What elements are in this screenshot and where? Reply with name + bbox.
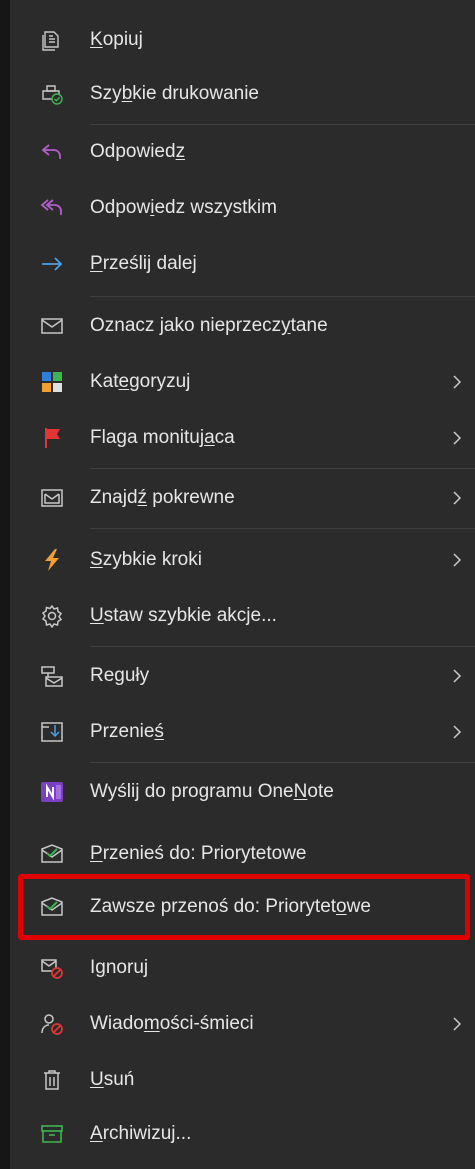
separator — [90, 646, 475, 647]
copy-icon — [40, 28, 64, 52]
gear-icon — [40, 604, 64, 628]
menu-item-label: Wyślij do programu OneNote — [90, 781, 334, 802]
menu-item-label: Odpowiedz wszystkim — [90, 197, 277, 218]
menu-item-categorize[interactable]: Kategoryzuj — [10, 358, 475, 406]
menu-item-label: Szybkie drukowanie — [90, 83, 260, 104]
menu-item-quick-print[interactable]: Szybkie drukowanie — [10, 70, 475, 118]
menu-item-label: Ignoruj — [90, 957, 149, 978]
menu-item-forward[interactable]: Prześlij dalej — [10, 240, 475, 288]
move-icon — [40, 720, 64, 744]
menu-item-label: Odpowiedz — [90, 141, 186, 162]
focused-icon — [40, 842, 64, 866]
menu-item-label: Przenieś — [90, 721, 164, 742]
find-related-icon — [40, 486, 64, 510]
categories-icon — [40, 370, 64, 394]
reply-icon — [40, 140, 64, 164]
menu-item-ignore[interactable]: Ignoruj — [10, 944, 475, 992]
menu-item-label: Znajdź pokrewne — [90, 487, 235, 508]
flag-icon — [40, 426, 64, 450]
menu-item-move-to-focused[interactable]: Przenieś do: Priorytetowe — [10, 830, 475, 878]
menu-item-archive[interactable]: Archiwizuj... — [10, 1110, 475, 1158]
chevron-right-icon — [451, 552, 463, 568]
archive-icon — [40, 1122, 64, 1146]
menu-item-mark-unread[interactable]: Oznacz jako nieprzeczytane — [10, 302, 475, 350]
chevron-right-icon — [451, 668, 463, 684]
menu-item-reply[interactable]: Odpowiedz — [10, 128, 475, 176]
highlight-box — [18, 874, 470, 940]
menu-item-label: Flaga monitujaca — [90, 427, 235, 448]
onenote-icon — [40, 780, 64, 804]
separator — [90, 296, 475, 297]
menu-item-junk[interactable]: Wiadomości-śmieci — [10, 1000, 475, 1048]
separator — [90, 528, 475, 529]
menu-item-delete[interactable]: Usuń — [10, 1056, 475, 1104]
menu-item-copy[interactable]: Kopiuj — [10, 16, 475, 64]
reply-all-icon — [40, 196, 64, 220]
printer-icon — [40, 82, 64, 106]
menu-item-quick-actions[interactable]: Ustaw szybkie akcje... — [10, 592, 475, 640]
menu-item-label: Prześlij dalej — [90, 253, 197, 274]
menu-item-move[interactable]: Przenieś — [10, 708, 475, 756]
menu-item-label: Przenieś do: Priorytetowe — [90, 843, 307, 864]
menu-item-onenote[interactable]: Wyślij do programu OneNote — [10, 768, 475, 816]
chevron-right-icon — [451, 724, 463, 740]
menu-item-label: Ustaw szybkie akcje... — [90, 605, 277, 626]
menu-item-label: Kopiuj — [90, 29, 143, 50]
context-menu: Kopiuj Szybkie drukowanie Odpowiedz Odpo… — [10, 0, 475, 1169]
envelope-icon — [40, 314, 64, 338]
menu-item-reply-all[interactable]: Odpowiedz wszystkim — [10, 184, 475, 232]
menu-item-label: Szybkie kroki — [90, 549, 202, 570]
chevron-right-icon — [451, 430, 463, 446]
menu-item-label: Oznacz jako nieprzeczytane — [90, 315, 328, 336]
menu-item-find-related[interactable]: Znajdź pokrewne — [10, 474, 475, 522]
menu-item-label: Usuń — [90, 1069, 135, 1090]
chevron-right-icon — [451, 490, 463, 506]
rules-icon — [40, 664, 64, 688]
chevron-right-icon — [451, 374, 463, 390]
separator — [90, 124, 475, 125]
menu-item-follow-up[interactable]: Flaga monitujaca — [10, 414, 475, 462]
menu-item-rules[interactable]: Reguły — [10, 652, 475, 700]
menu-item-label: Archiwizuj... — [90, 1123, 192, 1144]
chevron-right-icon — [451, 1016, 463, 1032]
separator — [90, 468, 475, 469]
menu-item-label: Wiadomości-śmieci — [90, 1013, 254, 1034]
junk-icon — [40, 1012, 64, 1036]
forward-icon — [40, 252, 64, 276]
separator — [90, 762, 475, 763]
menu-item-label: Reguły — [90, 665, 150, 686]
menu-item-quick-steps[interactable]: Szybkie kroki — [10, 536, 475, 584]
trash-icon — [40, 1068, 64, 1092]
ignore-icon — [40, 956, 64, 980]
lightning-icon — [40, 548, 64, 572]
window-edge — [0, 0, 10, 1169]
menu-item-label: Kategoryzuj — [90, 371, 191, 392]
